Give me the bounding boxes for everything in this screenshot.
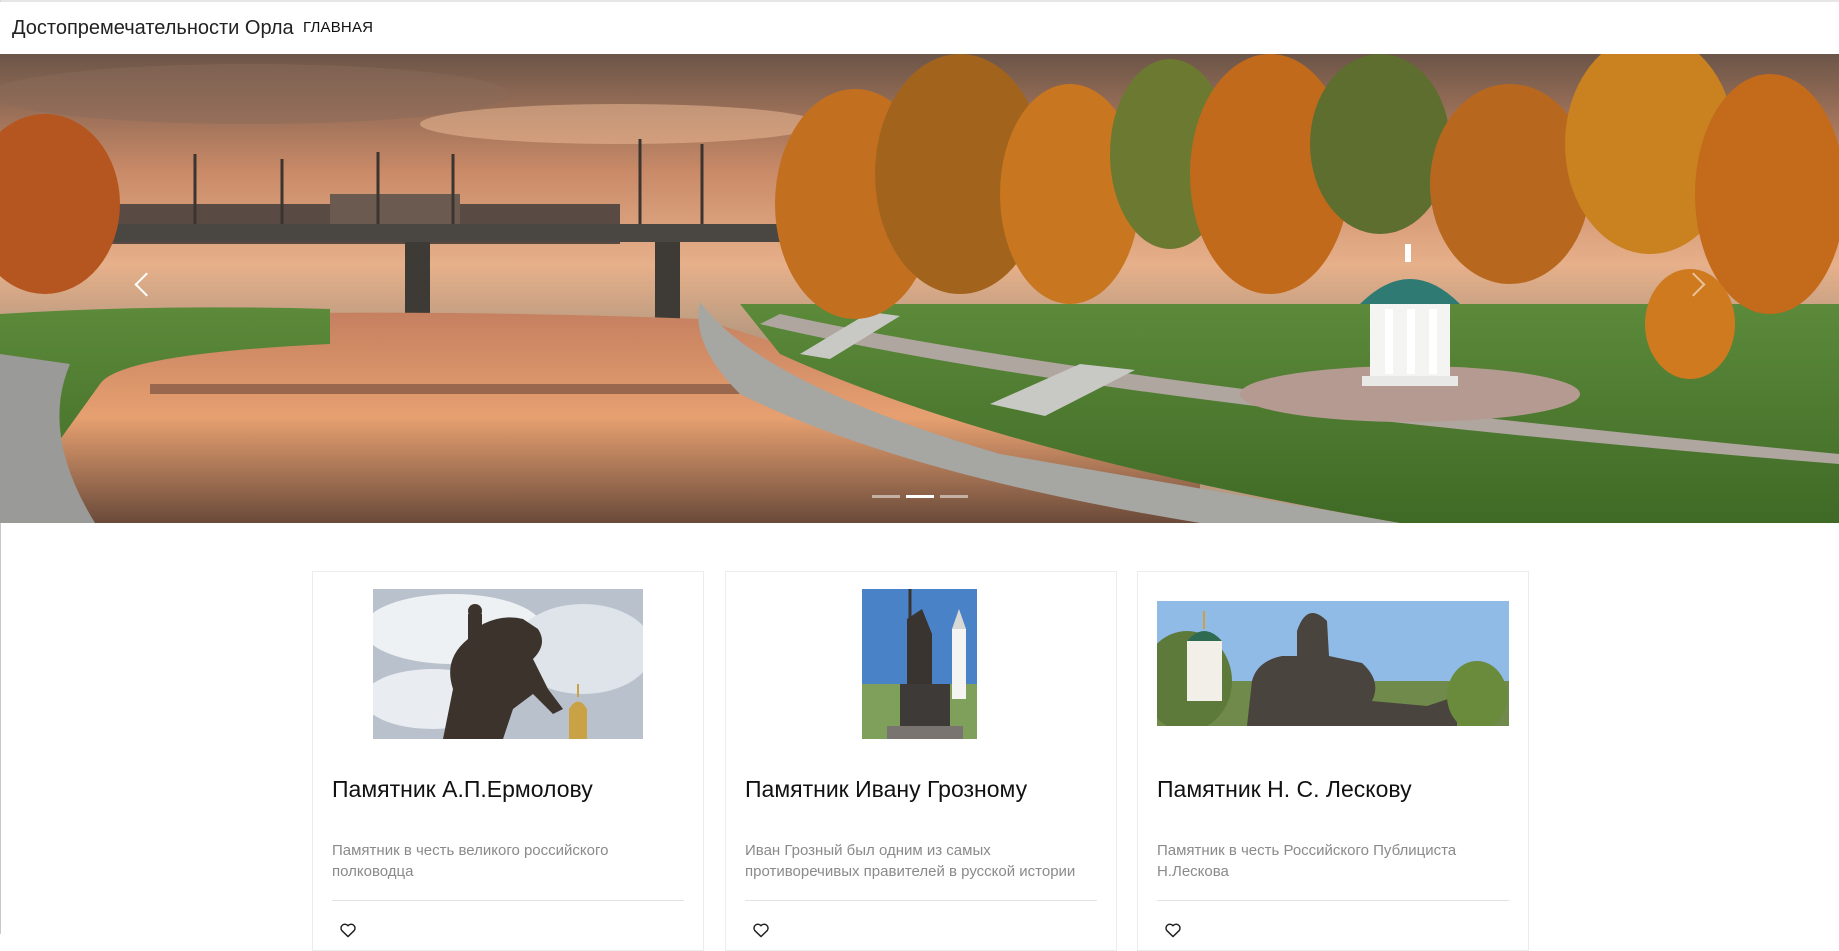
hero-carousel [0,54,1839,523]
card-text: Памятник в честь Российского Публициста … [1157,842,1457,880]
card-text: Памятник в честь великого российского по… [332,842,609,880]
hero-image [0,54,1839,523]
carousel-prev-button[interactable] [100,54,180,523]
carousel-indicator[interactable] [940,495,968,498]
carousel-next-button[interactable] [1659,54,1739,523]
card-title[interactable]: Памятник Ивану Грозному [745,776,1027,803]
card-leskov: Памятник Н. С. Лескову Памятник в честь … [1137,571,1529,951]
card-image [862,589,977,739]
heart-icon[interactable] [339,922,357,938]
carousel-indicator[interactable] [872,495,900,498]
brand-link[interactable]: Достопремечательности Орла [12,17,294,40]
heart-icon[interactable] [752,922,770,938]
carousel-indicator-active[interactable] [906,495,934,498]
card-divider [745,900,1097,901]
nav-link-home[interactable]: ГЛАВНАЯ [303,19,373,36]
card-title[interactable]: Памятник Н. С. Лескову [1157,776,1412,803]
card-image [1157,601,1509,726]
navbar: Достопремечательности Орла ГЛАВНАЯ [0,2,1839,54]
carousel-indicators [872,495,968,498]
heart-icon[interactable] [1164,922,1182,938]
card-title[interactable]: Памятник А.П.Ермолову [332,776,593,803]
card-ivan-grozny: Памятник Ивану Грозному Иван Грозный был… [725,571,1117,951]
cards-row: Памятник А.П.Ермолову Памятник в честь в… [312,571,1530,951]
card-text: Иван Грозный был одним из самых противор… [745,842,1076,880]
chevron-left-icon [134,272,159,297]
card-divider [332,900,684,901]
card-image [373,589,643,739]
chevron-right-icon [1681,272,1706,297]
card-ermolov: Памятник А.П.Ермолову Памятник в честь в… [312,571,704,951]
card-divider [1157,900,1509,901]
